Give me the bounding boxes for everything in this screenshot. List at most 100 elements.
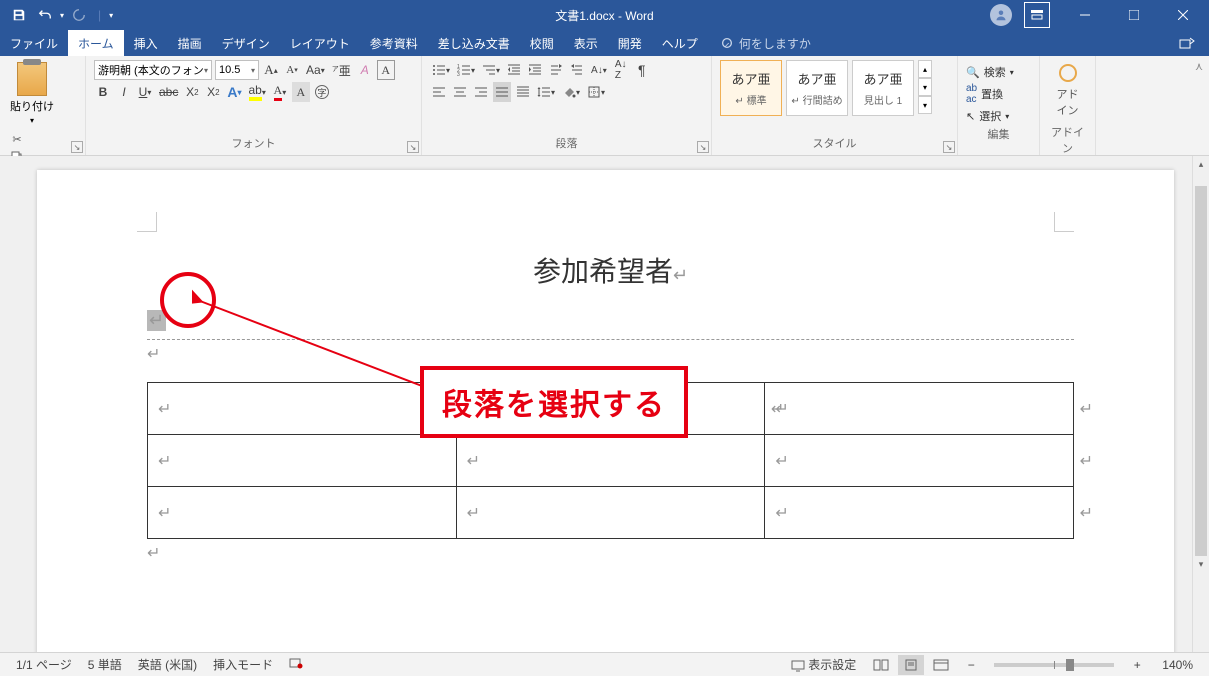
show-marks-icon[interactable]: ¶ bbox=[633, 60, 651, 80]
change-case-icon[interactable]: Aa▾ bbox=[304, 60, 327, 80]
cut-icon[interactable]: ✂ bbox=[8, 131, 26, 147]
subscript-button[interactable]: X2 bbox=[183, 82, 201, 102]
line-spacing-icon[interactable]: ▾ bbox=[535, 82, 557, 102]
font-size-combo[interactable]: 10.5▾ bbox=[215, 60, 259, 80]
replace-button[interactable]: abac置換 bbox=[966, 83, 1031, 105]
save-icon[interactable] bbox=[8, 4, 30, 26]
borders-icon[interactable]: ▾ bbox=[585, 82, 607, 102]
multilevel-icon[interactable]: ▾ bbox=[480, 60, 502, 80]
tab-draw[interactable]: 描画 bbox=[168, 30, 212, 56]
table-cell[interactable]: ↵ bbox=[148, 435, 457, 487]
selected-paragraph[interactable]: ↵ bbox=[147, 310, 166, 331]
tab-design[interactable]: デザイン bbox=[212, 30, 280, 56]
table-cell[interactable]: ↵ bbox=[148, 487, 457, 539]
print-layout-icon[interactable] bbox=[898, 655, 924, 675]
strikethrough-button[interactable]: abc bbox=[157, 82, 180, 102]
style-scroll-down[interactable]: ▾ bbox=[918, 78, 932, 96]
style-normal[interactable]: あア亜↵ 標準 bbox=[720, 60, 782, 116]
sort-icon[interactable]: A↓Z bbox=[612, 60, 630, 80]
display-settings[interactable]: 表示設定 bbox=[783, 656, 864, 673]
minimize-button[interactable] bbox=[1062, 0, 1107, 30]
text-effects-icon[interactable]: A▾ bbox=[225, 82, 243, 102]
bold-button[interactable]: B bbox=[94, 82, 112, 102]
tab-developer[interactable]: 開発 bbox=[608, 30, 652, 56]
table-cell[interactable]: ↵↵ bbox=[765, 383, 1074, 435]
ribbon-display-icon[interactable] bbox=[1024, 2, 1050, 28]
table-cell[interactable]: ↵ bbox=[456, 487, 765, 539]
font-launcher[interactable]: ↘ bbox=[407, 141, 419, 153]
style-heading1[interactable]: あア亜見出し 1 bbox=[852, 60, 914, 116]
paste-button[interactable]: 貼り付け ▾ bbox=[8, 60, 56, 127]
tab-home[interactable]: ホーム bbox=[68, 30, 124, 56]
ltr-icon[interactable] bbox=[547, 60, 565, 80]
tab-insert[interactable]: 挿入 bbox=[124, 30, 168, 56]
clear-format-icon[interactable]: A bbox=[356, 60, 374, 80]
read-mode-icon[interactable] bbox=[868, 655, 894, 675]
tab-review[interactable]: 校閲 bbox=[520, 30, 564, 56]
increase-indent-icon[interactable] bbox=[526, 60, 544, 80]
tab-help[interactable]: ヘルプ bbox=[652, 30, 708, 56]
table-cell[interactable]: ↵ bbox=[148, 383, 457, 435]
numbering-icon[interactable]: 123▾ bbox=[455, 60, 477, 80]
maximize-button[interactable] bbox=[1111, 0, 1156, 30]
align-center-icon[interactable] bbox=[451, 82, 469, 102]
highlight-icon[interactable]: ab▾ bbox=[247, 82, 268, 102]
select-button[interactable]: ↖選択 ▾ bbox=[966, 108, 1031, 124]
tab-view[interactable]: 表示 bbox=[564, 30, 608, 56]
enclosed-char-icon[interactable]: 字 bbox=[313, 82, 331, 102]
zoom-slider[interactable] bbox=[994, 663, 1114, 667]
collapse-ribbon-icon[interactable]: ⋏ bbox=[1189, 56, 1209, 155]
status-language[interactable]: 英語 (米国) bbox=[130, 656, 205, 673]
tab-mailings[interactable]: 差し込み文書 bbox=[428, 30, 520, 56]
align-right-icon[interactable] bbox=[472, 82, 490, 102]
font-color-icon[interactable]: A▾ bbox=[271, 82, 289, 102]
superscript-button[interactable]: X2 bbox=[204, 82, 222, 102]
status-words[interactable]: 5 単語 bbox=[80, 656, 130, 673]
table-cell[interactable]: ↵↵ bbox=[765, 487, 1074, 539]
italic-button[interactable]: I bbox=[115, 82, 133, 102]
paragraph-launcher[interactable]: ↘ bbox=[697, 141, 709, 153]
decrease-indent-icon[interactable] bbox=[505, 60, 523, 80]
table-cell[interactable]: ↵ bbox=[456, 435, 765, 487]
zoom-in-button[interactable]: + bbox=[1124, 655, 1150, 675]
user-avatar[interactable] bbox=[990, 4, 1012, 26]
style-scroll-up[interactable]: ▴ bbox=[918, 60, 932, 78]
close-button[interactable] bbox=[1160, 0, 1205, 30]
share-icon[interactable] bbox=[1165, 30, 1209, 56]
enclose-char-icon[interactable]: A bbox=[377, 60, 395, 80]
justify-icon[interactable] bbox=[493, 82, 511, 102]
zoom-level[interactable]: 140% bbox=[1154, 658, 1201, 672]
redo-icon[interactable] bbox=[68, 4, 90, 26]
styles-launcher[interactable]: ↘ bbox=[943, 141, 955, 153]
char-shading-icon[interactable]: A bbox=[292, 82, 310, 102]
table-cell[interactable]: ↵↵ bbox=[765, 435, 1074, 487]
zoom-thumb[interactable] bbox=[1066, 659, 1074, 671]
status-insert-mode[interactable]: 挿入モード bbox=[205, 656, 281, 673]
distribute-icon[interactable] bbox=[514, 82, 532, 102]
clipboard-launcher[interactable]: ↘ bbox=[71, 141, 83, 153]
vertical-scrollbar[interactable]: ▴ ▾ bbox=[1192, 156, 1209, 652]
addin-button[interactable]: アド イン bbox=[1048, 60, 1087, 122]
scroll-up-icon[interactable]: ▴ bbox=[1193, 156, 1209, 173]
find-button[interactable]: 🔍検索 ▾ bbox=[966, 64, 1031, 80]
web-layout-icon[interactable] bbox=[928, 655, 954, 675]
grow-font-icon[interactable]: A▴ bbox=[262, 60, 280, 80]
status-page[interactable]: 1/1 ページ bbox=[8, 656, 80, 673]
tell-me-search[interactable]: 何をしますか bbox=[708, 30, 811, 56]
shading-icon[interactable]: ▾ bbox=[560, 82, 582, 102]
scroll-down-icon[interactable]: ▾ bbox=[1193, 556, 1209, 573]
scroll-thumb[interactable] bbox=[1195, 186, 1207, 556]
asian-layout-icon[interactable]: A↓▾ bbox=[589, 60, 609, 80]
phonetic-guide-icon[interactable]: ア亜 bbox=[330, 60, 353, 80]
macro-record-icon[interactable] bbox=[281, 656, 311, 673]
tab-references[interactable]: 参考資料 bbox=[360, 30, 428, 56]
underline-button[interactable]: U▾ bbox=[136, 82, 154, 102]
tab-layout[interactable]: レイアウト bbox=[280, 30, 360, 56]
shrink-font-icon[interactable]: A▾ bbox=[283, 60, 301, 80]
align-left-icon[interactable] bbox=[430, 82, 448, 102]
undo-icon[interactable] bbox=[34, 4, 56, 26]
rtl-icon[interactable] bbox=[568, 60, 586, 80]
style-expand[interactable]: ▾ bbox=[918, 96, 932, 114]
bullets-icon[interactable]: ▾ bbox=[430, 60, 452, 80]
font-name-combo[interactable]: 游明朝 (本文のフォン▾ bbox=[94, 60, 212, 80]
